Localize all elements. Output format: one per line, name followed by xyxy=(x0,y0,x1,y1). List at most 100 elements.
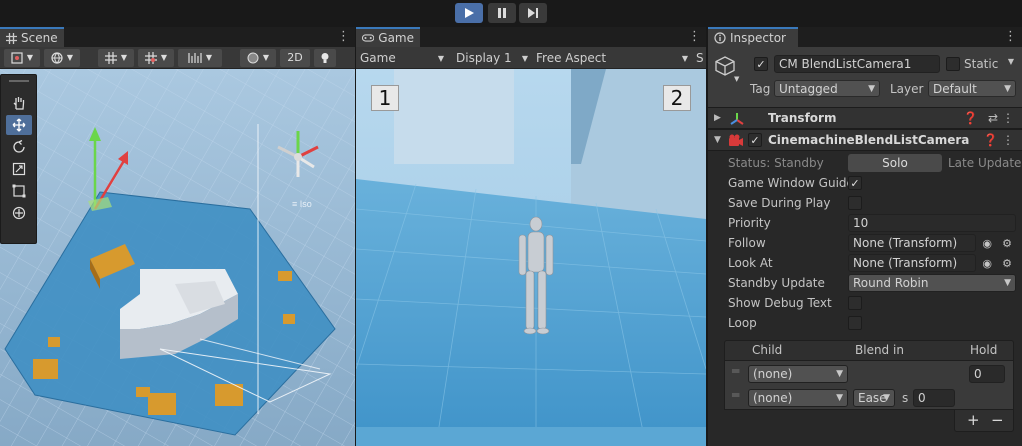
look-at-value: None (Transform) xyxy=(853,256,958,270)
loop-checkbox[interactable] xyxy=(848,316,862,330)
grid-snap-icon xyxy=(144,51,157,64)
add-item-button[interactable]: + xyxy=(967,411,980,429)
scene-tools-palette xyxy=(0,74,37,244)
2d-toggle-button[interactable]: 2D xyxy=(280,48,310,67)
child-camera-value: (none) xyxy=(753,391,793,405)
play-button[interactable] xyxy=(455,3,483,23)
solo-label: Solo xyxy=(882,156,908,170)
game-window-guides-checkbox[interactable]: ✓ xyxy=(848,176,862,190)
seconds-unit-label: s xyxy=(902,391,909,405)
object-name-field[interactable]: CM BlendListCamera1 xyxy=(774,55,940,73)
hand-tool-button[interactable] xyxy=(6,93,32,113)
standby-update-value: Round Robin xyxy=(853,276,929,290)
chevron-down-icon: ▼ xyxy=(262,53,270,62)
shading-dropdown[interactable]: ▼ xyxy=(240,48,276,67)
camera-label-2: 2 xyxy=(663,85,691,111)
object-picker-icon[interactable]: ◉ xyxy=(982,237,992,250)
chevron-down-icon[interactable]: ▼ xyxy=(734,75,739,83)
help-icon[interactable]: ❓ xyxy=(983,133,998,147)
game-mode-dropdown[interactable]: Game ▼ xyxy=(360,47,446,69)
list-item[interactable]: ═ (none) ▼ 0 xyxy=(725,363,1013,385)
cinemachine-component-header[interactable]: ▼ ✓ CinemachineBlendListCamera ❓ ⋮ xyxy=(708,129,1022,151)
pause-button[interactable] xyxy=(488,3,516,23)
scene-panel: Scene ⋮ ▼ ▼ ▼ ▼ ▼ ▼ 2D ≡ Iso xyxy=(0,27,355,446)
follow-field[interactable]: None (Transform) xyxy=(848,234,976,252)
increment-snap-dropdown[interactable]: ▼ xyxy=(178,48,222,67)
scale-tool-button[interactable] xyxy=(6,159,32,179)
draw-mode-dropdown[interactable]: ▼ xyxy=(4,48,40,67)
palette-handle[interactable] xyxy=(9,80,29,82)
kebab-menu-icon[interactable]: ⋮ xyxy=(1002,133,1014,147)
scene-viewport[interactable]: ≡ Iso xyxy=(0,69,355,446)
solo-button[interactable]: Solo xyxy=(848,154,942,172)
blend-style-dropdown[interactable]: Ease ▼ xyxy=(853,389,895,407)
aspect-value: Free Aspect xyxy=(536,51,607,65)
standby-update-row: Standby Update Round Robin ▼ xyxy=(708,273,1022,293)
active-checkbox[interactable]: ✓ xyxy=(754,57,768,71)
standby-update-dropdown[interactable]: Round Robin ▼ xyxy=(848,274,1016,292)
chevron-down-icon: ▼ xyxy=(836,393,843,403)
scale-slider-label[interactable]: S xyxy=(696,47,706,69)
kebab-menu-icon[interactable]: ⋮ xyxy=(337,29,350,44)
display-dropdown[interactable]: Display 1 ▼ xyxy=(456,47,530,69)
help-icon[interactable]: ❓ xyxy=(963,111,978,125)
inspector-panel: Inspector ⋮ ▼ ✓ CM BlendListCamera1 Stat… xyxy=(708,27,1022,446)
child-list-body: ═ (none) ▼ 0 ═ (none) ▼ Ease ▼ s 0 xyxy=(724,360,1014,410)
2d-label: 2D xyxy=(287,51,303,64)
rect-tool-button[interactable] xyxy=(6,181,32,201)
chevron-down-icon: ▼ xyxy=(681,53,688,63)
game-viewport[interactable] xyxy=(356,69,706,446)
list-item[interactable]: ═ (none) ▼ Ease ▼ s 0 xyxy=(725,387,1013,409)
tab-scene[interactable]: Scene xyxy=(0,27,64,47)
priority-field[interactable]: 10 xyxy=(848,214,1016,232)
transform-component-header[interactable]: ▶ Transform ❓ ⇄ ⋮ xyxy=(708,107,1022,129)
drag-handle-icon[interactable]: ═ xyxy=(732,388,739,402)
play-controls-bar xyxy=(0,0,1022,26)
remove-item-button[interactable]: − xyxy=(991,411,1004,429)
hand-icon xyxy=(13,97,25,110)
orientation-label[interactable]: ≡ Iso xyxy=(292,199,312,209)
gear-icon[interactable]: ⚙ xyxy=(1002,237,1012,250)
tab-game[interactable]: Game xyxy=(356,27,420,47)
tag-dropdown[interactable]: Untagged ▼ xyxy=(774,80,880,97)
game-window-guides-row: Game Window Guides ✓ xyxy=(708,173,1022,193)
move-tool-button[interactable] xyxy=(6,115,32,135)
preset-icon[interactable]: ⇄ xyxy=(988,111,998,125)
look-at-field[interactable]: None (Transform) xyxy=(848,254,976,272)
gear-icon[interactable]: ⚙ xyxy=(1002,257,1012,270)
pause-icon xyxy=(498,8,506,18)
component-enabled-checkbox[interactable]: ✓ xyxy=(748,133,762,147)
globe-dropdown[interactable]: ▼ xyxy=(44,48,80,67)
kebab-menu-icon[interactable]: ⋮ xyxy=(1004,29,1017,44)
aspect-dropdown[interactable]: Free Aspect ▼ xyxy=(536,47,690,69)
save-during-play-checkbox[interactable] xyxy=(848,196,862,210)
child-camera-dropdown[interactable]: (none) ▼ xyxy=(748,389,848,407)
left-wall xyxy=(394,69,514,164)
step-button[interactable] xyxy=(519,3,547,23)
static-checkbox[interactable] xyxy=(946,57,960,71)
blend-time-field[interactable]: 0 xyxy=(913,389,955,407)
grid-snap-dropdown[interactable]: ▼ xyxy=(138,48,174,67)
transform-tool-button[interactable] xyxy=(6,203,32,223)
child-camera-value: (none) xyxy=(753,367,793,381)
object-picker-icon[interactable]: ◉ xyxy=(982,257,992,270)
cube-icon[interactable] xyxy=(714,55,736,77)
crate xyxy=(283,314,295,324)
child-camera-dropdown[interactable]: (none) ▼ xyxy=(748,365,848,383)
kebab-menu-icon[interactable]: ⋮ xyxy=(688,29,701,44)
chevron-down-icon[interactable]: ▼ xyxy=(1008,57,1014,66)
game-window-guides-label: Game Window Guides xyxy=(728,176,848,190)
gizmo-snap-dropdown[interactable]: ▼ xyxy=(98,48,134,67)
transform-label: Transform xyxy=(768,111,837,125)
hold-value: 0 xyxy=(974,367,982,381)
kebab-menu-icon[interactable]: ⋮ xyxy=(1002,111,1014,125)
rotate-tool-button[interactable] xyxy=(6,137,32,157)
tab-inspector[interactable]: Inspector xyxy=(708,27,798,47)
layer-dropdown[interactable]: Default ▼ xyxy=(928,80,1016,97)
show-debug-text-checkbox[interactable] xyxy=(848,296,862,310)
look-at-row: Look At None (Transform) ◉ ⚙ xyxy=(708,253,1022,273)
hold-field[interactable]: 0 xyxy=(969,365,1005,383)
lighting-toggle-button[interactable] xyxy=(314,48,336,67)
game-mode-value: Game xyxy=(360,51,396,65)
drag-handle-icon[interactable]: ═ xyxy=(732,364,739,378)
